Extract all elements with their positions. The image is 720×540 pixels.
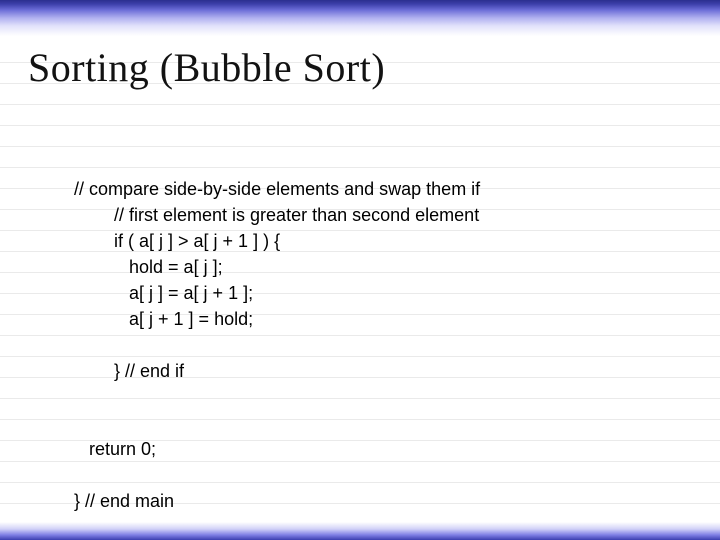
code-line: // first element is greater than second … xyxy=(74,205,479,225)
slide: Sorting (Bubble Sort) // compare side-by… xyxy=(0,0,720,540)
code-line: a[ j + 1 ] = hold; xyxy=(74,309,253,329)
code-line: hold = a[ j ]; xyxy=(74,257,223,277)
slide-title: Sorting (Bubble Sort) xyxy=(28,44,385,91)
code-line: } // end if xyxy=(74,361,184,381)
code-block: // compare side-by-side elements and swa… xyxy=(74,150,480,540)
code-line: if ( a[ j ] > a[ j + 1 ] ) { xyxy=(74,231,280,251)
code-line: a[ j ] = a[ j + 1 ]; xyxy=(74,283,253,303)
code-line: // compare side-by-side elements and swa… xyxy=(74,179,480,199)
code-line: return 0; xyxy=(74,439,156,459)
code-line: } // end main xyxy=(74,491,174,511)
bottom-gradient-bar xyxy=(0,522,720,540)
